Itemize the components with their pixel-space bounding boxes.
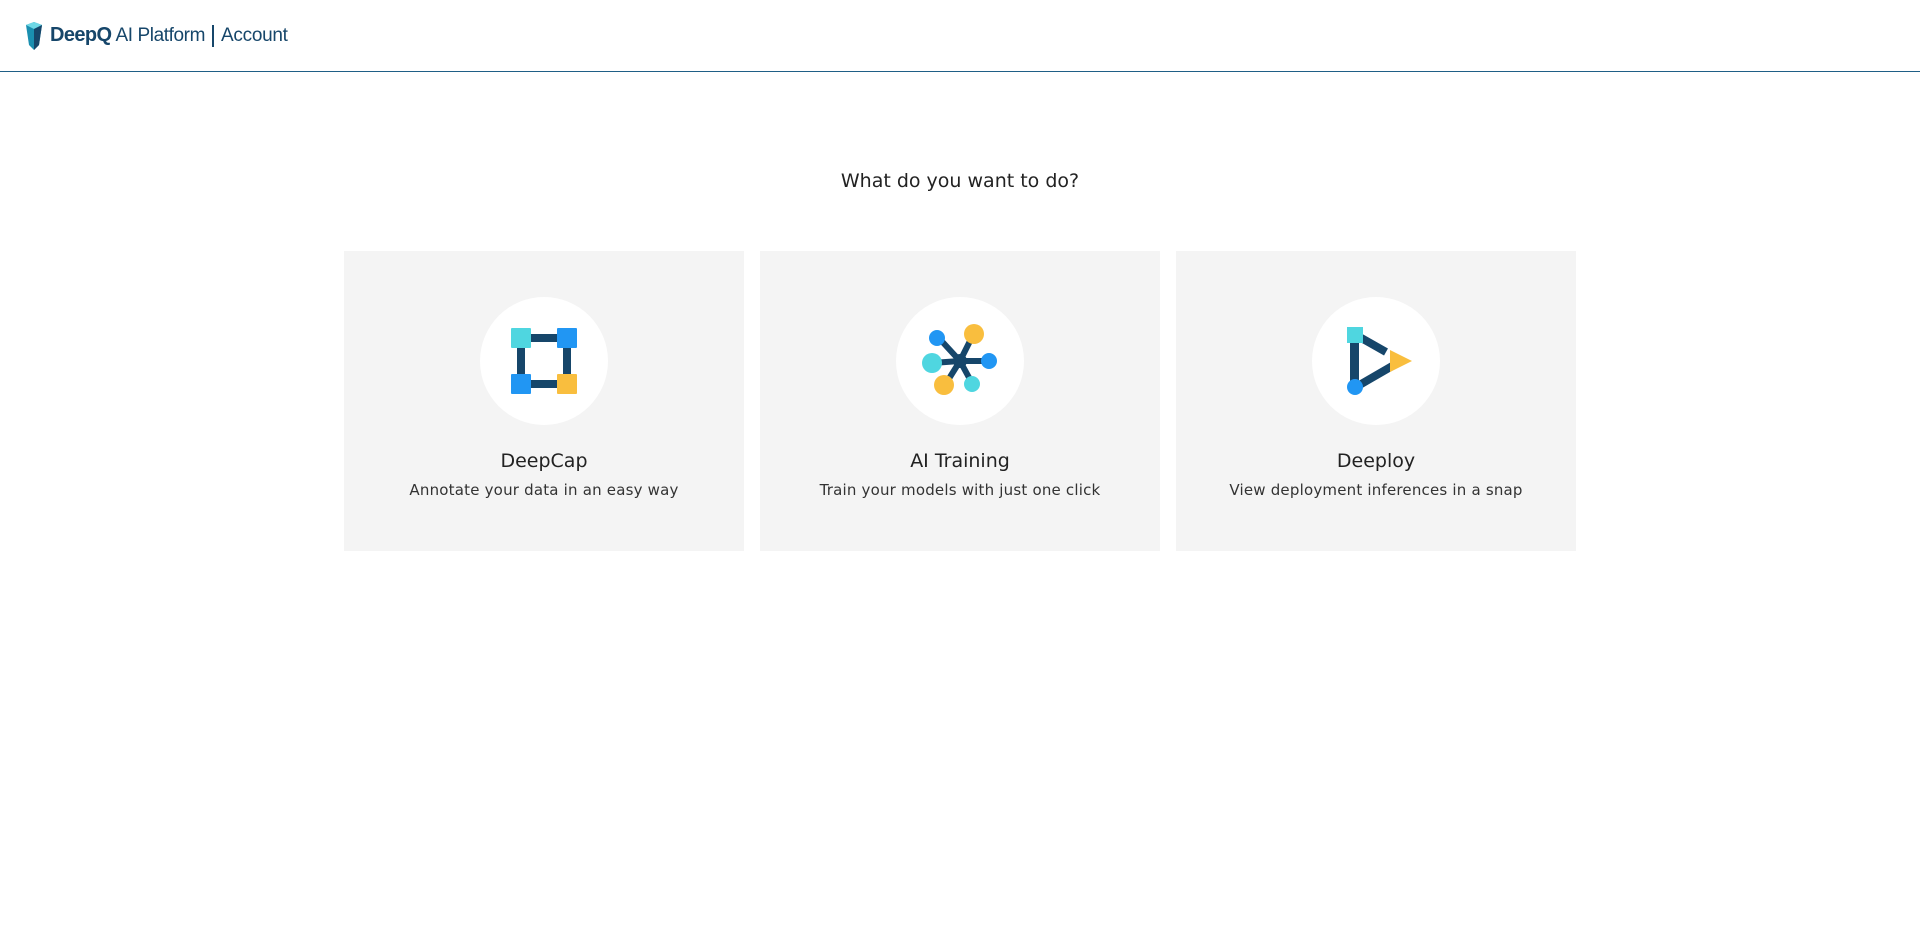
brand-platform: AI Platform — [115, 24, 206, 46]
deepcap-icon-circle — [480, 297, 608, 425]
brand-home-link[interactable]: DeepQ AI Platform Account — [24, 21, 288, 51]
ai-training-icon — [922, 324, 997, 395]
deeploy-card[interactable]: Deeploy View deployment inferences in a … — [1176, 251, 1576, 551]
deepcap-icon — [511, 328, 577, 394]
card-title: DeepCap — [500, 450, 588, 472]
card-title: AI Training — [910, 450, 1010, 472]
deepcap-card[interactable]: DeepCap Annotate your data in an easy wa… — [344, 251, 744, 551]
deeploy-icon — [1347, 327, 1412, 395]
page-title: What do you want to do? — [840, 170, 1080, 192]
ai-training-card[interactable]: AI Training Train your models with just … — [760, 251, 1160, 551]
card-title: Deeploy — [1336, 450, 1416, 472]
card-description: Annotate your data in an easy way — [409, 481, 679, 499]
top-header: DeepQ AI Platform Account — [0, 0, 1920, 72]
ai-training-icon-circle — [896, 297, 1024, 425]
card-description: View deployment inferences in a snap — [1229, 481, 1523, 499]
brand-divider — [212, 24, 215, 47]
brand-section: Account — [221, 24, 288, 46]
deeploy-icon-circle — [1312, 297, 1440, 425]
deepq-logo-icon — [26, 21, 42, 50]
card-description: Train your models with just one click — [819, 481, 1101, 499]
brand-name: DeepQ — [50, 24, 112, 46]
app-card-list: DeepCap Annotate your data in an easy wa… — [344, 251, 1576, 551]
